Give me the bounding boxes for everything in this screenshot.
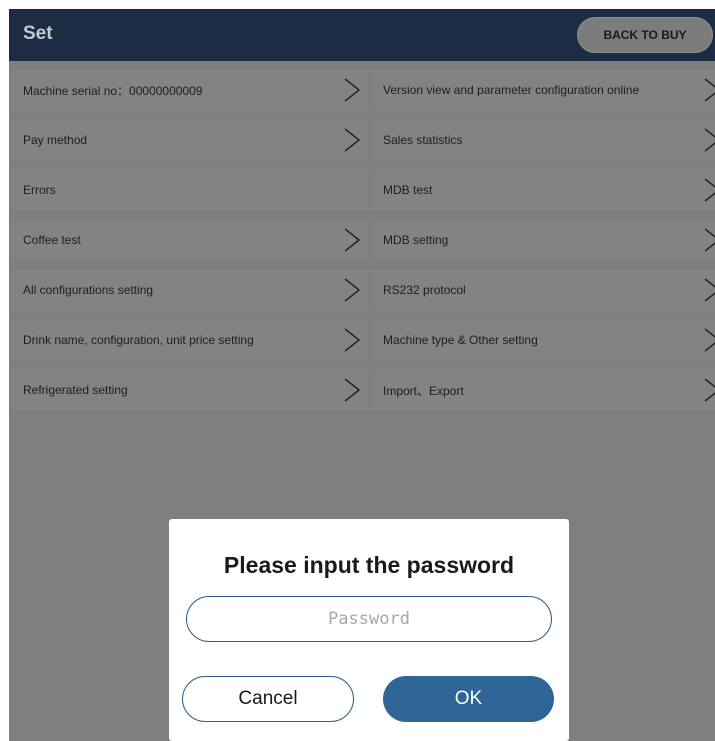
menu-row: All configurations setting RS232 protocol [9, 270, 715, 310]
menu-row: Errors MDB test [9, 170, 715, 210]
menu-item-left[interactable]: Drink name, configuration, unit price se… [11, 320, 369, 360]
menu-item-label: Sales statistics [383, 133, 463, 147]
password-input[interactable] [186, 596, 552, 642]
menu-item-label: MDB test [383, 183, 433, 197]
chevron-right-icon [343, 378, 361, 402]
menu-item-left[interactable]: All configurations setting [11, 270, 369, 310]
menu-item-label: Machine serial no：00000000009 [23, 83, 203, 98]
menu-item-right[interactable]: RS232 protocol [372, 270, 715, 310]
menu-item-left[interactable]: Pay method [11, 120, 369, 160]
chevron-right-icon [703, 128, 715, 152]
menu-item-label: Drink name, configuration, unit price se… [23, 333, 254, 347]
menu-row: Machine serial no：00000000009 Version vie… [9, 70, 715, 110]
chevron-right-icon [343, 128, 361, 152]
chevron-right-icon [703, 328, 715, 352]
menu-row: Coffee test MDB setting [9, 220, 715, 260]
menu-item-label: Machine type & Other setting [383, 333, 538, 347]
menu-item-label: Import、Export [383, 383, 464, 398]
menu-item-label: All configurations setting [23, 283, 154, 297]
menu-row: Drink name, configuration, unit price se… [9, 320, 715, 360]
cancel-button[interactable]: Cancel [182, 676, 354, 722]
chevron-right-icon [343, 328, 361, 352]
menu-item-right[interactable]: MDB setting [372, 220, 715, 260]
menu-item-right[interactable]: Sales statistics [372, 120, 715, 160]
menu-item-right[interactable]: Import、Export [372, 370, 715, 410]
chevron-right-icon [703, 78, 715, 102]
menu-row: Pay method Sales statistics [9, 120, 715, 160]
menu-item-left[interactable]: Coffee test [11, 220, 369, 260]
menu-item-left[interactable]: Errors [11, 170, 369, 210]
chevron-right-icon [343, 78, 361, 102]
menu-item-left[interactable]: Refrigerated setting [11, 370, 369, 410]
menu-item-left[interactable]: Machine serial no：00000000009 [11, 70, 369, 110]
chevron-right-icon [703, 278, 715, 302]
chevron-right-icon [343, 228, 361, 252]
chevron-right-icon [343, 278, 361, 302]
chevron-right-icon [703, 178, 715, 202]
menu-item-label: RS232 protocol [383, 283, 466, 297]
chevron-right-icon [703, 378, 715, 402]
page-title: Set [23, 23, 53, 44]
menu-item-label: Errors [23, 183, 56, 197]
menu-item-right[interactable]: Machine type & Other setting [372, 320, 715, 360]
chevron-right-icon [703, 228, 715, 252]
dialog-title: Please input the password [223, 552, 515, 578]
menu-item-right[interactable]: MDB test [372, 170, 715, 210]
menu-item-right[interactable]: Version view and parameter configuration… [372, 70, 715, 110]
menu-item-label: Refrigerated setting [23, 383, 128, 397]
settings-screen: Set BACK TO BUY Machine serial no：000000… [9, 9, 715, 741]
app-header: Set BACK TO BUY [9, 9, 715, 61]
menu-item-label: Coffee test [23, 233, 81, 247]
menu-item-label: MDB setting [383, 233, 449, 247]
menu-row: Refrigerated setting Import、Export [9, 370, 715, 410]
back-to-buy-button[interactable]: BACK TO BUY [577, 17, 713, 53]
menu-item-label: Pay method [23, 133, 88, 147]
menu-item-label: Version view and parameter configuration… [383, 83, 640, 97]
ok-button[interactable]: OK [383, 676, 554, 722]
password-dialog: Please input the password Cancel OK [169, 519, 569, 741]
